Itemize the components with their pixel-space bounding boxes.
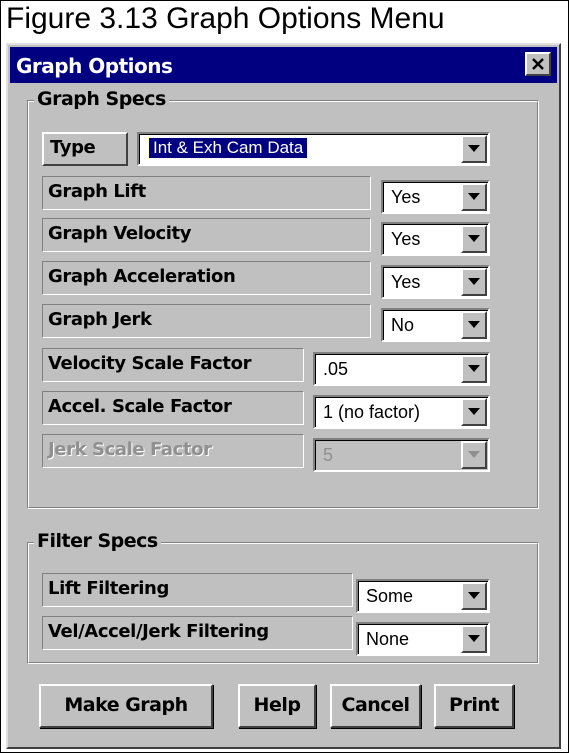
lift-filtering-label: Lift Filtering bbox=[42, 573, 353, 607]
velocity-scale-factor-label: Velocity Scale Factor bbox=[42, 348, 304, 382]
chevron-down-icon bbox=[468, 235, 480, 242]
graph-acceleration-select[interactable]: Yes bbox=[381, 265, 490, 299]
graph-jerk-dropdown-button[interactable] bbox=[461, 311, 487, 339]
figure-caption: Figure 3.13 Graph Options Menu bbox=[6, 2, 445, 35]
chevron-down-icon bbox=[468, 451, 480, 458]
chevron-down-icon bbox=[468, 635, 480, 642]
jerk-scale-factor-select: 5 bbox=[313, 438, 490, 472]
chevron-down-icon bbox=[468, 365, 480, 372]
title-bar: Graph Options bbox=[10, 47, 557, 83]
chevron-down-icon bbox=[468, 145, 480, 152]
graph-velocity-dropdown-button[interactable] bbox=[461, 225, 487, 253]
type-select[interactable]: Int & Exh Cam Data bbox=[137, 132, 490, 166]
velocity-scale-factor-select[interactable]: .05 bbox=[313, 352, 490, 386]
graph-lift-label: Graph Lift bbox=[42, 176, 371, 210]
type-select-value: Int & Exh Cam Data bbox=[147, 137, 309, 159]
graph-velocity-select[interactable]: Yes bbox=[381, 222, 490, 256]
velocity-scale-factor-value: .05 bbox=[323, 359, 349, 379]
graph-acceleration-dropdown-button[interactable] bbox=[461, 268, 487, 296]
print-button[interactable]: Print bbox=[434, 684, 514, 728]
graph-options-dialog: Graph Options Graph Specs Type Int & Exh… bbox=[6, 43, 561, 749]
close-icon bbox=[532, 58, 544, 70]
accel-scale-factor-select[interactable]: 1 (no factor) bbox=[313, 395, 490, 429]
graph-velocity-value: Yes bbox=[391, 229, 421, 249]
graph-specs-legend: Graph Specs bbox=[34, 88, 169, 110]
chevron-down-icon bbox=[468, 408, 480, 415]
type-label: Type bbox=[42, 132, 128, 166]
accel-scale-factor-dropdown-button[interactable] bbox=[461, 398, 487, 426]
vel-accel-jerk-filtering-select[interactable]: None bbox=[356, 622, 490, 656]
filter-specs-legend: Filter Specs bbox=[34, 530, 161, 552]
velocity-scale-factor-dropdown-button[interactable] bbox=[461, 355, 487, 383]
jerk-scale-factor-value: 5 bbox=[323, 445, 334, 465]
vel-accel-jerk-filtering-value: None bbox=[366, 629, 410, 649]
graph-lift-value: Yes bbox=[391, 187, 421, 207]
vel-accel-jerk-filtering-dropdown-button[interactable] bbox=[461, 625, 487, 653]
graph-jerk-select[interactable]: No bbox=[381, 308, 490, 342]
chevron-down-icon bbox=[468, 592, 480, 599]
jerk-scale-factor-label: Jerk Scale Factor bbox=[42, 434, 304, 468]
graph-velocity-label: Graph Velocity bbox=[42, 218, 371, 252]
graph-lift-select[interactable]: Yes bbox=[381, 180, 490, 214]
accel-scale-factor-value: 1 (no factor) bbox=[323, 402, 421, 422]
lift-filtering-dropdown-button[interactable] bbox=[461, 582, 487, 610]
chevron-down-icon bbox=[468, 321, 480, 328]
help-button[interactable]: Help bbox=[238, 684, 316, 728]
graph-jerk-label: Graph Jerk bbox=[42, 304, 371, 338]
make-graph-button[interactable]: Make Graph bbox=[39, 684, 213, 728]
chevron-down-icon bbox=[468, 193, 480, 200]
cancel-button[interactable]: Cancel bbox=[330, 684, 421, 728]
lift-filtering-select[interactable]: Some bbox=[356, 579, 490, 613]
graph-acceleration-value: Yes bbox=[391, 272, 421, 292]
graph-acceleration-label: Graph Acceleration bbox=[42, 261, 371, 295]
window-title: Graph Options bbox=[16, 54, 173, 78]
vel-accel-jerk-filtering-label: Vel/Accel/Jerk Filtering bbox=[42, 616, 353, 650]
lift-filtering-value: Some bbox=[366, 586, 414, 606]
accel-scale-factor-label: Accel. Scale Factor bbox=[42, 391, 304, 425]
type-dropdown-button[interactable] bbox=[461, 135, 487, 163]
jerk-scale-factor-dropdown-button bbox=[461, 441, 487, 469]
close-button[interactable] bbox=[525, 52, 551, 76]
chevron-down-icon bbox=[468, 278, 480, 285]
graph-jerk-value: No bbox=[391, 315, 415, 335]
graph-lift-dropdown-button[interactable] bbox=[461, 183, 487, 211]
